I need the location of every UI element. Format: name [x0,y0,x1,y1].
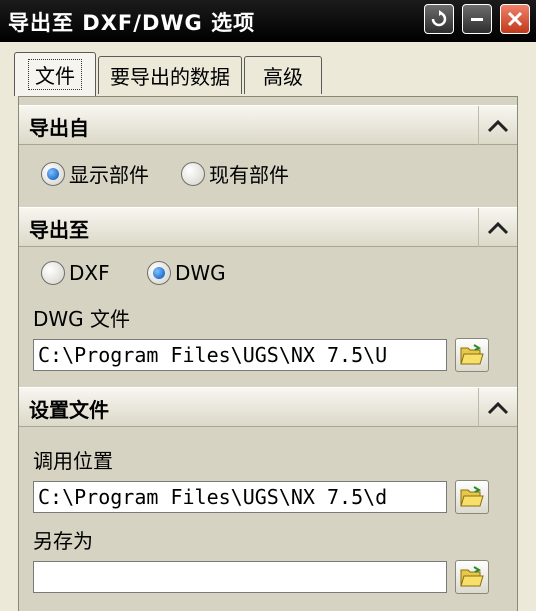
export-from-body: 显示部件 现有部件 [19,145,517,205]
tab-advanced-label: 高级 [263,65,303,89]
radio-existing-part[interactable]: 现有部件 [181,159,289,188]
chevron-up-icon [487,401,509,414]
dwg-file-label: DWG 文件 [33,307,131,331]
save-as-input[interactable] [33,561,447,593]
minimize-icon [471,18,483,21]
radio-existing-part-dot[interactable] [181,161,205,186]
radio-displayed-part-label: 显示部件 [69,163,149,187]
close-icon [507,11,523,27]
dwg-file-input[interactable]: C:\Program Files\UGS\NX 7.5\U [33,339,447,371]
export-to-title: 导出至 [29,218,89,242]
minimize-button[interactable] [462,4,492,34]
radio-dxf[interactable]: DXF [41,261,110,285]
export-to-header[interactable]: 导出至 [19,207,517,247]
title-bar: 导出至 DXF/DWG 选项 [0,0,536,42]
tab-export-data[interactable]: 要导出的数据 [98,56,242,94]
settings-file-collapse-button[interactable] [478,388,517,427]
settings-file-title: 设置文件 [29,398,109,422]
tab-panel: 导出自 显示部件 现有部件 导出至 DXF DWG DWG 文件 C:\Prog… [18,96,518,611]
tab-file[interactable]: 文件 [14,52,96,96]
save-as-browse-button[interactable] [455,560,489,594]
settings-file-body: 调用位置 C:\Program Files\UGS\NX 7.5\d 另存为 [19,427,517,607]
export-to-body: DXF DWG DWG 文件 C:\Program Files\UGS\NX 7… [19,247,517,385]
tab-export-data-label: 要导出的数据 [110,65,230,89]
close-button[interactable] [500,4,530,34]
radio-displayed-part[interactable]: 显示部件 [41,159,149,188]
export-from-header[interactable]: 导出自 [19,105,517,145]
chevron-up-icon [487,221,509,234]
export-from-title: 导出自 [29,116,89,140]
radio-dwg-label: DWG [175,261,226,285]
tab-file-label: 文件 [28,59,82,90]
radio-dxf-dot[interactable] [41,261,65,285]
tab-strip: 文件 要导出的数据 高级 [0,42,536,98]
radio-dxf-label: DXF [69,261,110,285]
reset-icon [431,10,447,27]
settings-file-header[interactable]: 设置文件 [19,387,517,427]
export-to-collapse-button[interactable] [478,208,517,247]
save-as-label: 另存为 [33,529,93,553]
folder-open-icon [460,566,484,587]
chevron-up-icon [487,119,509,132]
radio-existing-part-label: 现有部件 [209,163,289,187]
reset-button[interactable] [424,4,454,34]
window-title: 导出至 DXF/DWG 选项 [8,11,256,35]
radio-displayed-part-dot[interactable] [41,161,65,186]
load-location-browse-button[interactable] [455,480,489,514]
folder-open-icon [460,486,484,507]
load-location-label: 调用位置 [33,449,113,473]
tab-advanced[interactable]: 高级 [244,56,322,94]
load-location-input[interactable]: C:\Program Files\UGS\NX 7.5\d [33,481,447,513]
folder-open-icon [460,344,484,365]
export-from-collapse-button[interactable] [478,106,517,145]
dwg-file-browse-button[interactable] [455,338,489,372]
radio-dwg-dot[interactable] [147,261,171,285]
radio-dwg[interactable]: DWG [147,261,226,285]
